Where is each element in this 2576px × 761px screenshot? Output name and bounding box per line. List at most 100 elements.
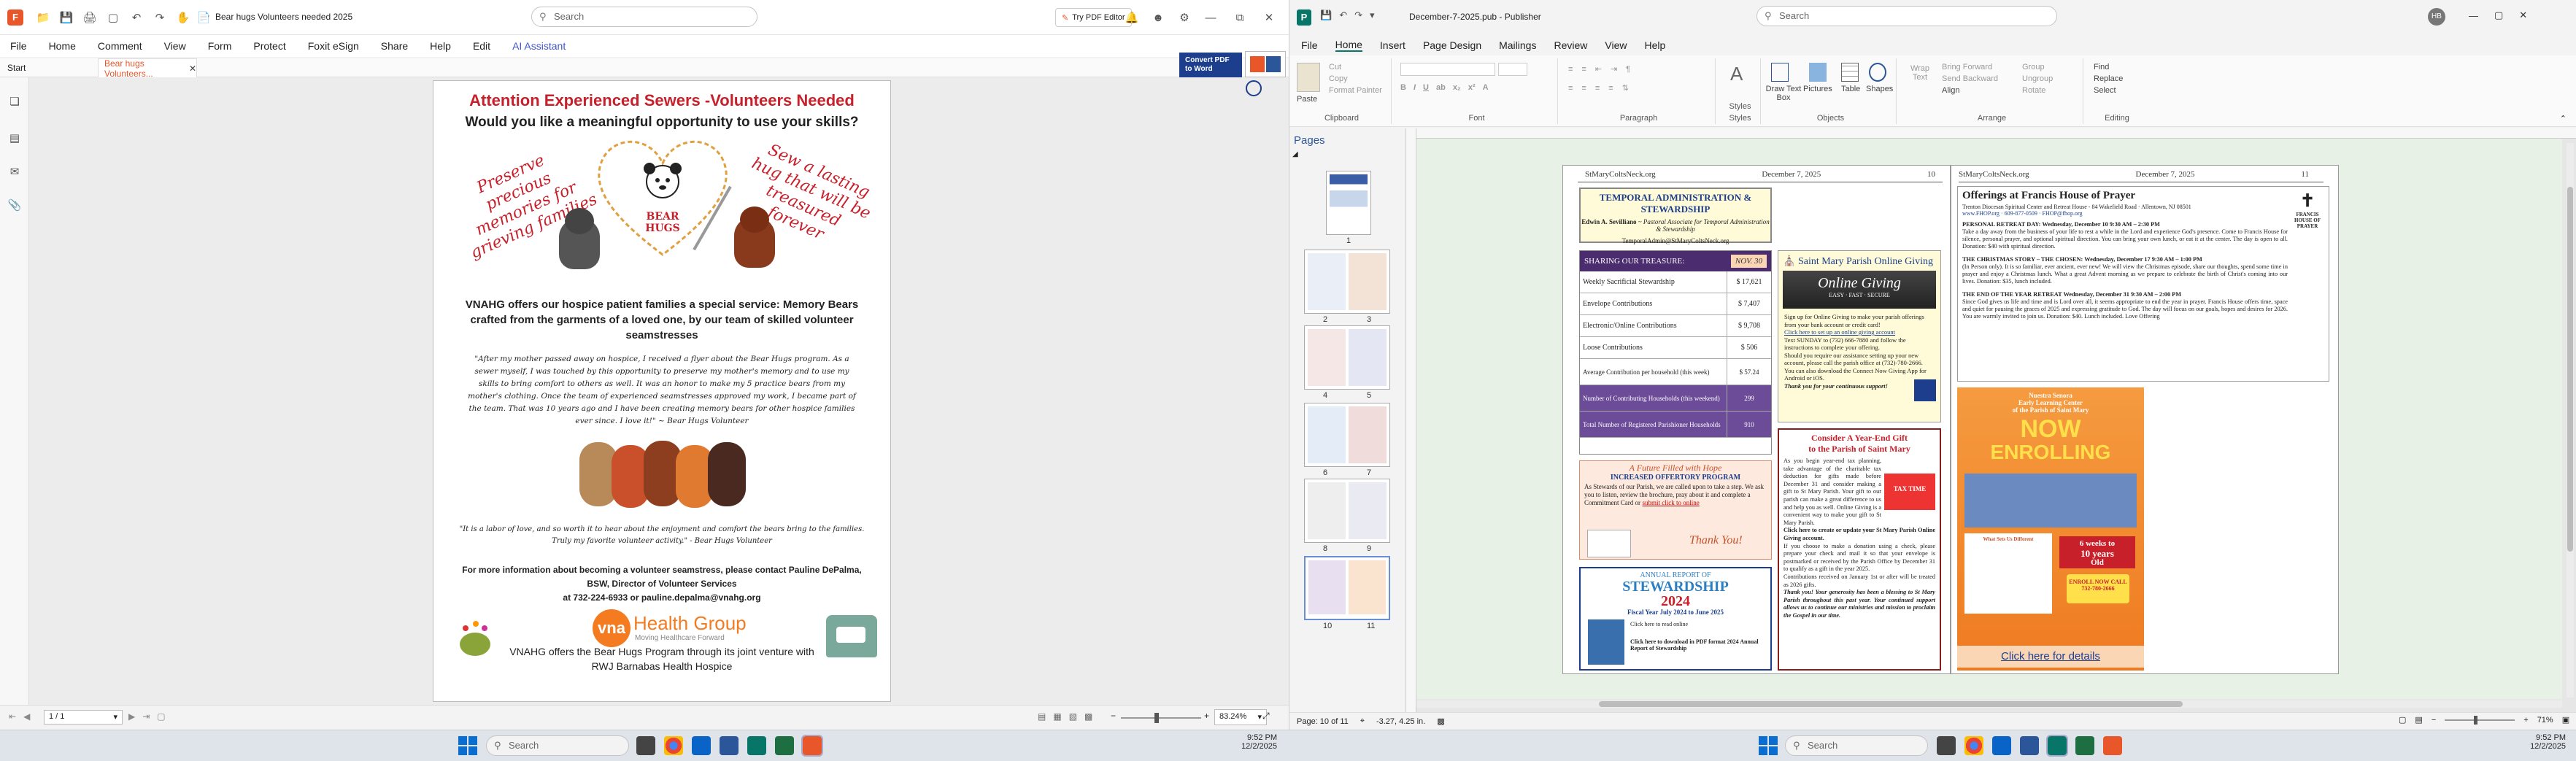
excel-icon-right[interactable] [2075, 736, 2094, 755]
first-page-icon[interactable]: ⇤ [9, 711, 16, 722]
page-number-field[interactable]: 1 / 1 ▾ [44, 710, 123, 725]
taskbar-search-right[interactable]: ⚲ Search [1785, 735, 1928, 756]
task-view-icon[interactable] [636, 736, 655, 755]
send-backward-button[interactable]: Send Backward [1942, 74, 1998, 83]
replace-button[interactable]: Replace [2094, 74, 2123, 83]
view-mode-1-icon[interactable]: ▤ [1038, 711, 1046, 722]
zoom-out-icon[interactable]: − [1111, 711, 1116, 721]
pub-menu-file[interactable]: File [1301, 39, 1318, 51]
restore-icon[interactable]: ⧉ [1232, 9, 1248, 26]
excel-icon[interactable] [775, 736, 794, 755]
last-page-icon[interactable]: ⇥ [142, 711, 150, 722]
pub-menu-review[interactable]: Review [1554, 39, 1587, 51]
menu-form[interactable]: Form [208, 40, 232, 52]
clock-left[interactable]: 9:52 PM 12/2/2025 [1233, 733, 1277, 751]
next-page-icon[interactable]: ▶ [128, 711, 135, 722]
zoom-field[interactable]: 83.24% ▾ [1214, 709, 1267, 725]
align-center-icon[interactable]: ≡ [1581, 84, 1586, 93]
bell-icon[interactable]: 🔔 [1124, 9, 1140, 26]
chrome-icon[interactable] [664, 736, 683, 755]
pages-collapse-icon[interactable]: ◢ [1292, 150, 1298, 158]
draw-text-box-button[interactable]: Draw Text Box [1765, 85, 1802, 102]
menu-comment[interactable]: Comment [98, 40, 142, 52]
pub-menu-home[interactable]: Home [1335, 39, 1362, 52]
foxit-search-box[interactable]: ⚲ Search [531, 7, 757, 27]
word-icon-right[interactable] [2020, 736, 2039, 755]
cut-button[interactable]: Cut [1329, 63, 1341, 72]
pub-zoom-in-icon[interactable]: + [2523, 716, 2528, 725]
try-pdf-editor-button[interactable]: ✎ Try PDF Editor [1055, 8, 1132, 27]
menu-ai-assistant[interactable]: AI Assistant [512, 40, 566, 52]
align-left-icon[interactable]: ≡ [1568, 84, 1573, 93]
vertical-ruler[interactable] [1406, 128, 1416, 712]
foxit-taskbar-icon[interactable] [801, 735, 823, 757]
user-icon[interactable]: ☻ [1150, 9, 1166, 26]
publisher-taskbar-icon[interactable] [747, 736, 766, 755]
settings-icon[interactable]: ⚙ [1176, 9, 1192, 26]
bring-forward-button[interactable]: Bring Forward [1942, 63, 1992, 72]
page-thumb-10-11[interactable] [1304, 556, 1390, 620]
pages-icon[interactable]: ▤ [7, 130, 23, 146]
page-icon[interactable]: ▢ [105, 9, 121, 26]
find-button[interactable]: Find [2094, 63, 2109, 72]
bullets-icon[interactable]: ≡ [1568, 65, 1573, 74]
shapes-icon[interactable] [1869, 63, 1886, 82]
table-button[interactable]: Table [1841, 85, 1860, 93]
increase-indent-icon[interactable]: ⇥ [1611, 64, 1617, 74]
superscript-icon[interactable]: x² [1468, 83, 1476, 92]
single-page-view-icon[interactable]: ▢ [2399, 715, 2406, 725]
outlook-icon-right[interactable] [1992, 736, 2011, 755]
justify-icon[interactable]: ≡ [1608, 84, 1613, 93]
newsletter-page-11[interactable]: StMaryColtsNeck.org December 7, 2025 11 … [1951, 165, 2339, 674]
task-view-icon-right[interactable] [1937, 736, 1956, 755]
pub-undo-icon[interactable]: ↶ [1339, 9, 1347, 21]
pub-zoom-level[interactable]: 71% [2537, 716, 2553, 725]
bold-icon[interactable]: B [1400, 83, 1406, 92]
pub-menu-view[interactable]: View [1605, 39, 1627, 51]
show-marks-icon[interactable]: ¶ [1626, 65, 1630, 74]
line-spacing-icon[interactable]: ⇅ [1622, 83, 1629, 93]
horizontal-scrollbar[interactable] [1416, 700, 2562, 708]
menu-view[interactable]: View [164, 40, 186, 52]
wrap-text-button[interactable]: Wrap Text [1905, 64, 1935, 82]
foxit-taskbar-icon-right[interactable] [2103, 736, 2122, 755]
font-size-field[interactable] [1498, 63, 1527, 76]
zoom-dropdown-icon[interactable]: ▾ [1257, 712, 1262, 722]
numbering-icon[interactable]: ≡ [1581, 65, 1586, 74]
convert-pdf-to-word-button[interactable]: Convert PDF to Word [1179, 53, 1242, 77]
zoom-in-icon[interactable]: + [1204, 711, 1209, 721]
menu-edit[interactable]: Edit [473, 40, 490, 52]
view-mode-2-icon[interactable]: ▦ [1053, 711, 1061, 722]
styles-icon[interactable]: A [1730, 63, 1743, 85]
menu-help[interactable]: Help [430, 40, 451, 52]
align-button[interactable]: Align [1942, 86, 1959, 95]
start-button-left[interactable] [458, 736, 477, 755]
select-button[interactable]: Select [2094, 86, 2116, 95]
minimize-icon[interactable]: — [1203, 9, 1219, 26]
page-thumb-6-7[interactable] [1304, 403, 1390, 467]
newsletter-page-10[interactable]: StMaryColtsNeck.org December 7, 2025 10 … [1562, 165, 1951, 674]
fullscreen-icon[interactable]: ⤢ [1262, 711, 1270, 722]
pub-quickaccess-icon[interactable]: ▾ [1370, 9, 1375, 21]
hand-tool-icon[interactable]: ✋ [175, 9, 191, 26]
decrease-indent-icon[interactable]: ⇤ [1595, 64, 1602, 74]
tab-start[interactable]: Start [7, 63, 26, 73]
font-name-field[interactable] [1400, 63, 1495, 76]
view-mode-4-icon[interactable]: ▩ [1084, 711, 1092, 722]
pub-restore-icon[interactable]: ▢ [2494, 9, 2503, 21]
paste-icon[interactable] [1297, 63, 1320, 92]
page-dropdown-icon[interactable]: ▾ [113, 712, 117, 722]
attachments-icon[interactable]: 📎 [7, 197, 23, 213]
clock-right[interactable]: 9:52 PM 12/2/2025 [2522, 733, 2566, 751]
pub-zoom-out-icon[interactable]: − [2432, 716, 2436, 725]
chrome-icon-right[interactable] [1964, 736, 1983, 755]
fit-page-icon[interactable]: ▣ [2562, 715, 2569, 725]
paste-button[interactable]: Paste [1297, 95, 1317, 104]
shapes-button[interactable]: Shapes [1866, 85, 1893, 93]
italic-icon[interactable]: I [1414, 83, 1416, 92]
taskbar-search-left[interactable]: ⚲ Search [486, 735, 629, 756]
publication-canvas[interactable]: StMaryColtsNeck.org December 7, 2025 10 … [1406, 128, 2576, 712]
table-icon[interactable] [1841, 63, 1859, 82]
outlook-icon[interactable] [692, 736, 711, 755]
tab-close-icon[interactable]: ✕ [189, 63, 196, 74]
